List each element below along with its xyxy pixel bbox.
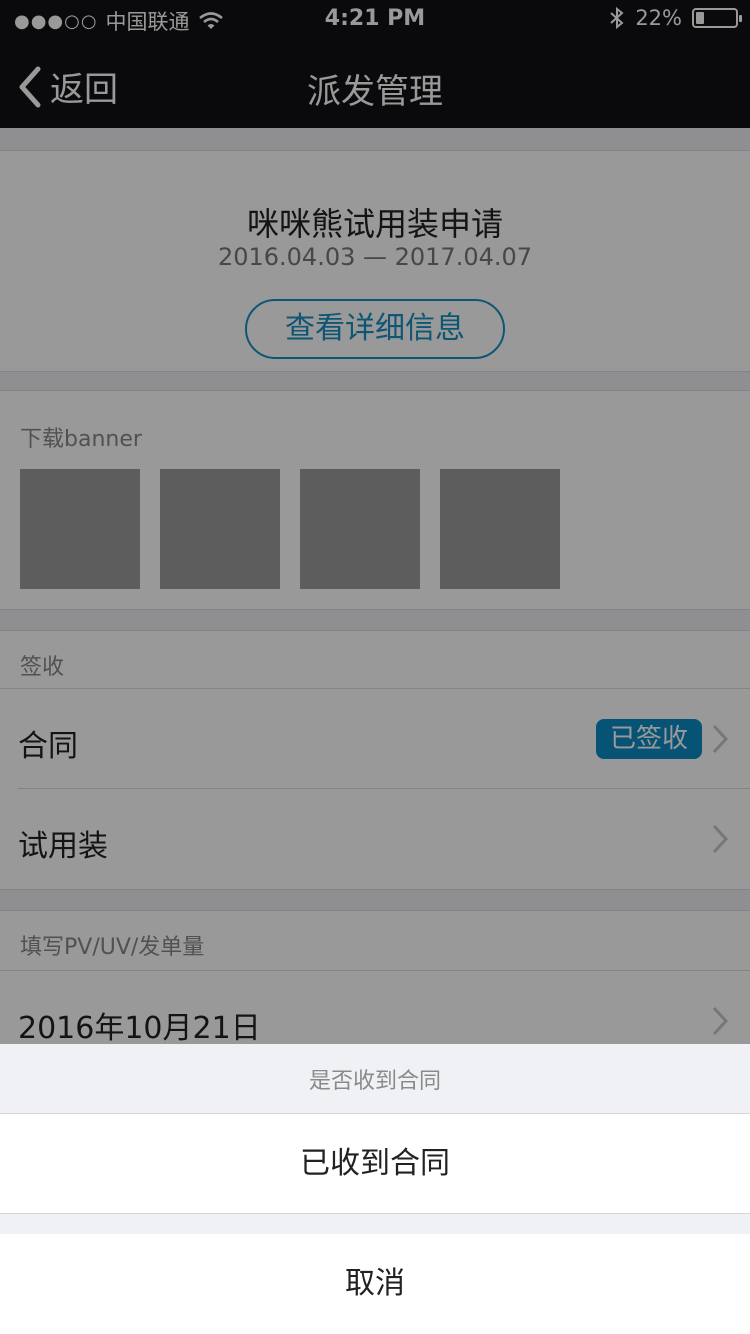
contract-received-button[interactable]: 已收到合同 [0, 1114, 750, 1214]
action-sheet: 是否收到合同 已收到合同 取消 [0, 1044, 750, 1334]
action-sheet-title: 是否收到合同 [0, 1044, 750, 1114]
cancel-button[interactable]: 取消 [0, 1234, 750, 1334]
